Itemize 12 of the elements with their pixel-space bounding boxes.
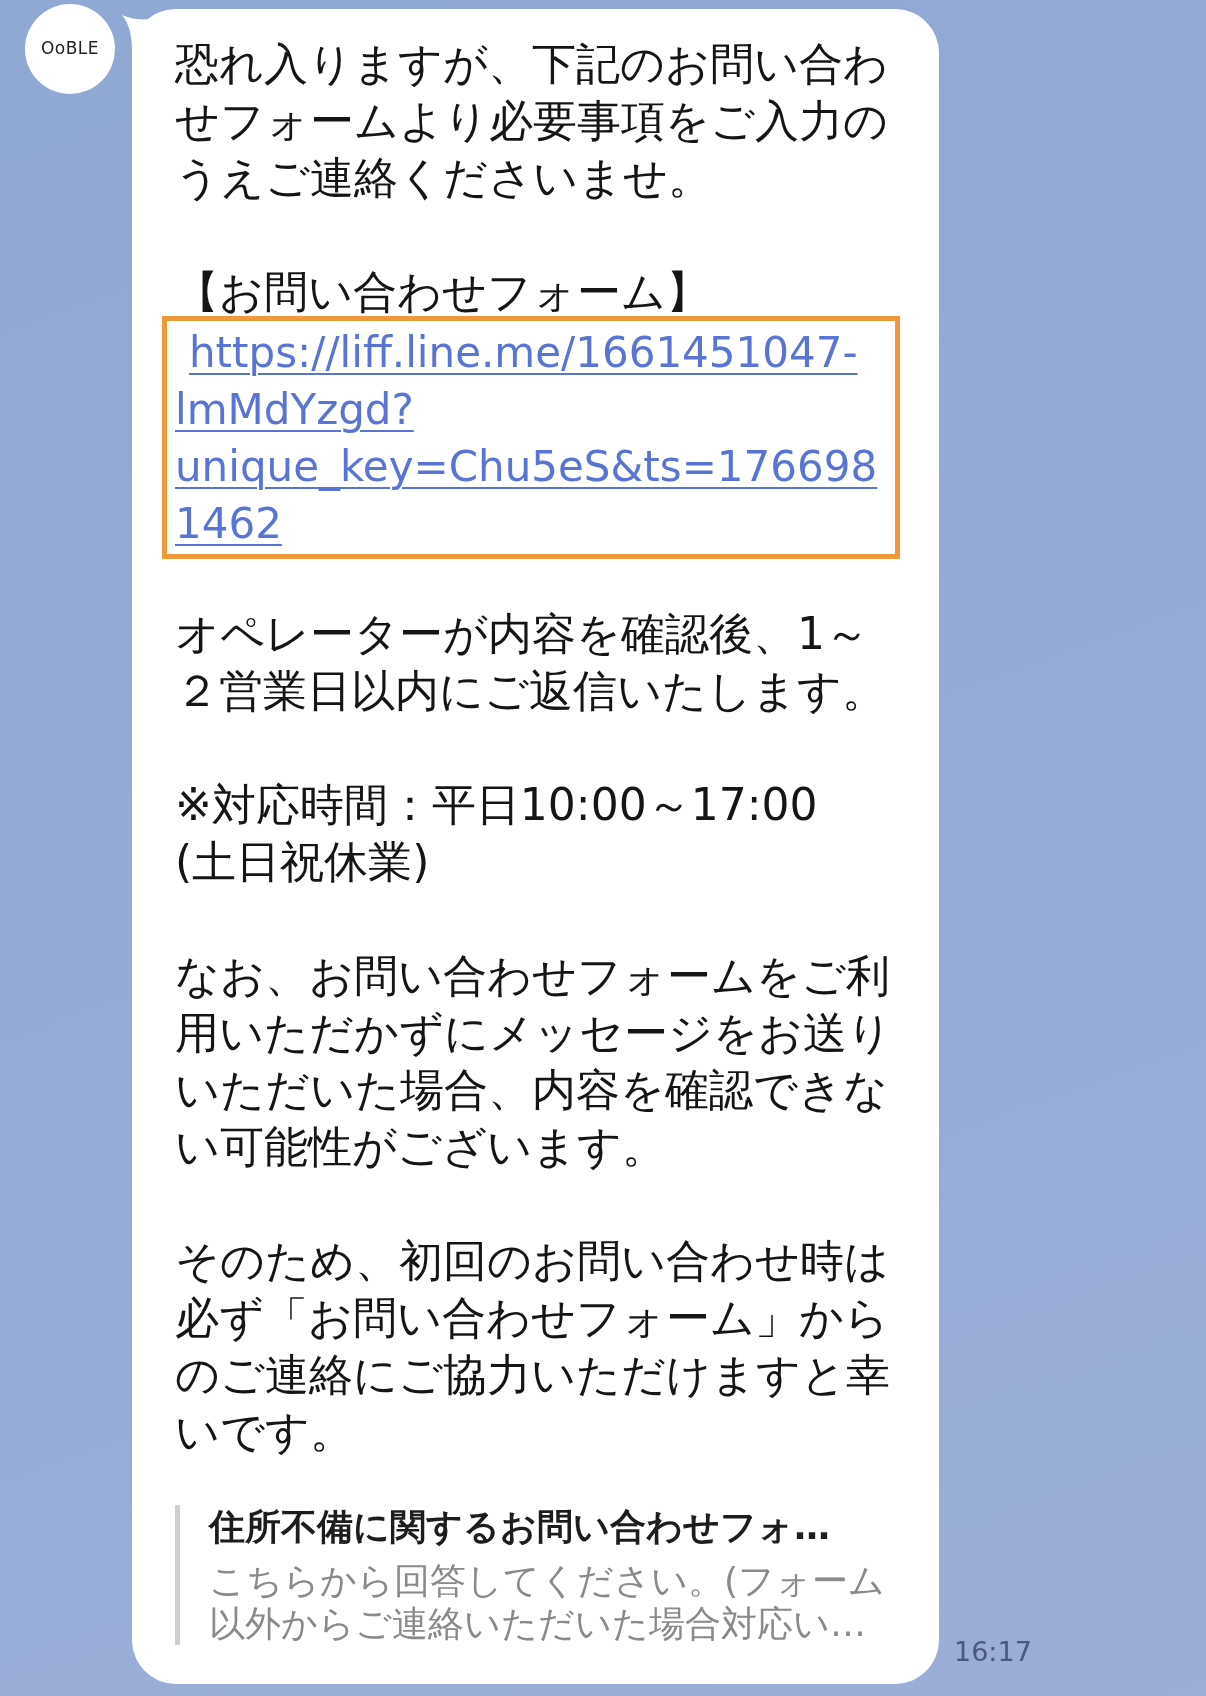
message-time: 16:17 — [954, 1634, 1032, 1669]
preview-title: 住所不備に関するお問い合わせフォ… — [209, 1505, 831, 1548]
message-text: ※対応時間：平日10:00～17:00 (土日祝休業) — [175, 778, 819, 889]
message-text: オペレーターが内容を確認後、1～ ２営業日以内にご返信いたします。 — [175, 607, 887, 718]
avatar[interactable]: OoBLE — [25, 4, 115, 94]
preview-description: こちらから回答してください。(フォーム 以外からご連絡いただいた場合対応い… — [209, 1559, 887, 1645]
link-preview[interactable]: 住所不備に関するお問い合わせフォ… こちらから回答してください。(フォーム 以外からご連絡いただいた場合対応い… — [175, 1505, 896, 1645]
message-text: 恐れ入りますが、下記のお問い合わ せフォームより必要事項をご入力の うえご連絡くださいませ。 — [175, 37, 889, 205]
message-text: そのため、初回のお問い合わせ時は 必ず「お問い合わせフォーム」から のご連絡にご協力いただけますと幸 いです。 — [175, 1234, 891, 1459]
message-text: なお、お問い合わせフォームをご利 用いただかずにメッセージをお送り いただいた場合、内容を確認できな い可能性がございます。 — [175, 949, 893, 1174]
form-link[interactable]: https://liff.line.me/1661451047- lmMdYzgd? unique_key=Chu5eS&ts=176698 1462 — [175, 324, 891, 552]
form-heading: 【お問い合わせフォーム】 — [175, 265, 711, 319]
